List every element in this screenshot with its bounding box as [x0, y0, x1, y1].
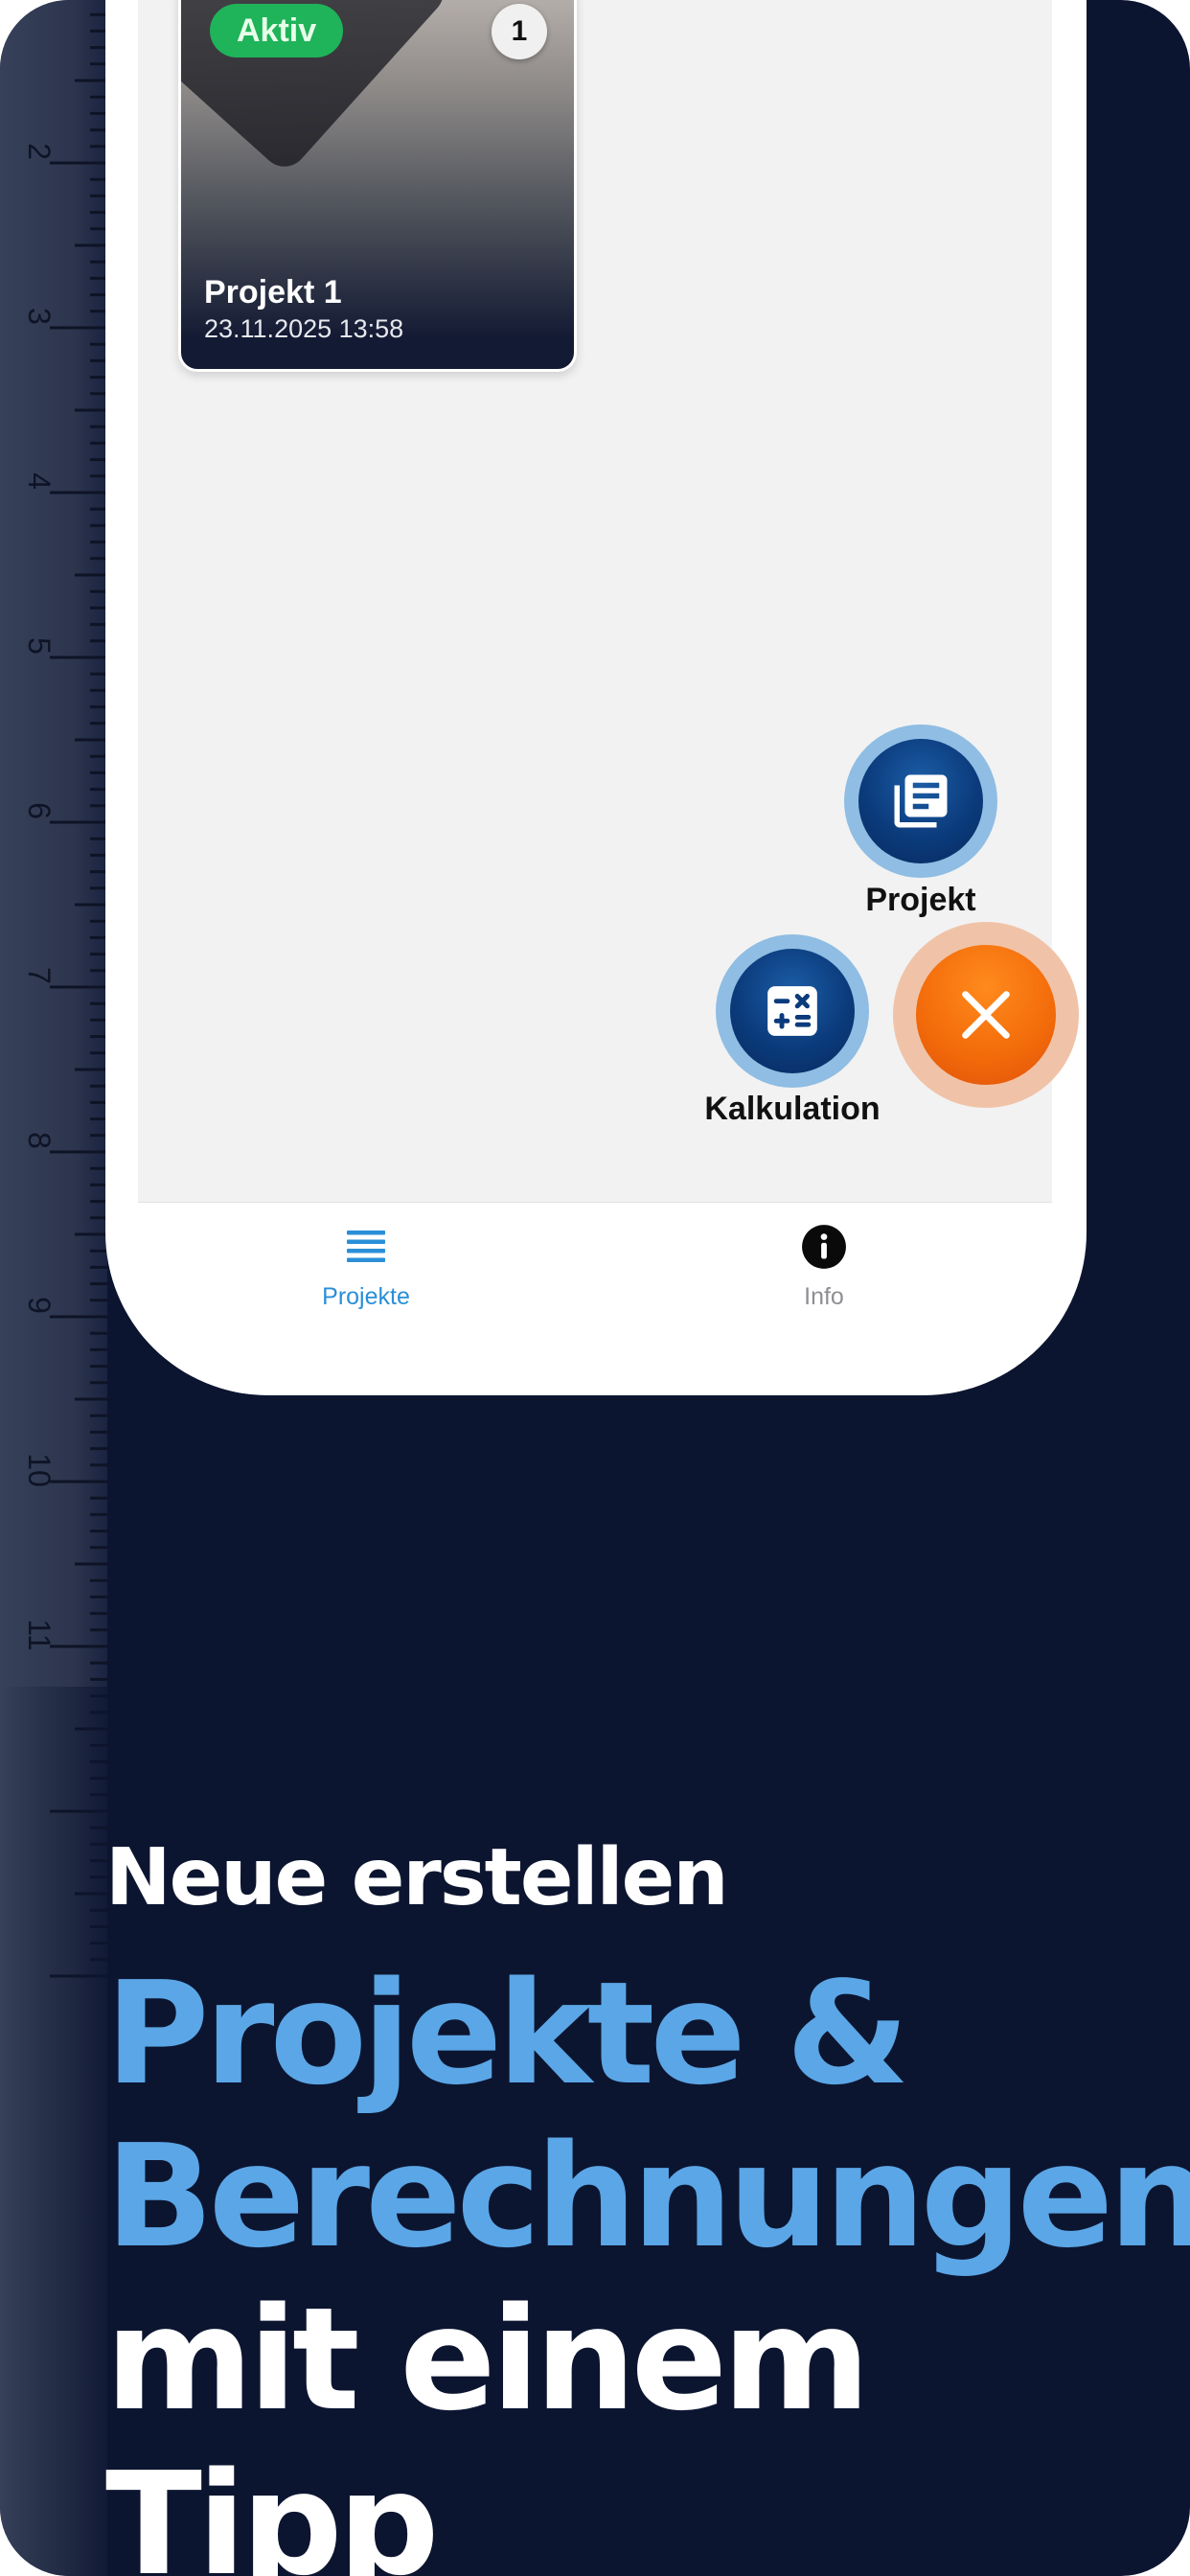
close-menu-button[interactable]: [893, 922, 1079, 1108]
ruler-number: 7: [22, 967, 57, 984]
document-stack-icon: [894, 774, 948, 828]
tab-projekte[interactable]: Projekte: [222, 1203, 510, 1311]
phone-screen: Aktiv 1 Projekt 1 23.11.2025 13:58 Proje…: [105, 0, 1087, 1395]
calculator-icon: [767, 986, 817, 1036]
ruler-number: 6: [22, 802, 57, 819]
headline-line-1: Projekte &: [105, 1951, 909, 2116]
ruler-number: 8: [22, 1132, 57, 1149]
ruler-number: 11: [22, 1619, 57, 1650]
ruler-number: 2: [22, 143, 57, 160]
new-project-button[interactable]: [844, 724, 997, 878]
new-calculation-label: Kalkulation: [704, 1091, 881, 1127]
ruler-number: 5: [22, 637, 57, 655]
project-title: Projekt 1: [204, 274, 342, 310]
project-card[interactable]: Aktiv 1 Projekt 1 23.11.2025 13:58: [178, 0, 577, 372]
close-icon: [962, 991, 1010, 1039]
headline-subtitle: Neue erstellen: [105, 1832, 729, 1923]
ruler-number: 3: [22, 308, 57, 325]
new-calculation-button[interactable]: [716, 934, 869, 1088]
tab-projekte-label: Projekte: [322, 1283, 410, 1310]
tab-info-label: Info: [804, 1283, 844, 1310]
tab-bar: Projekte Info: [138, 1202, 1052, 1393]
ruler-number: 9: [22, 1297, 57, 1314]
ruler-number: 4: [22, 472, 57, 490]
tab-info[interactable]: Info: [680, 1203, 968, 1311]
list-icon: [347, 1230, 385, 1262]
ruler-number: 10: [22, 1453, 57, 1487]
project-date: 23.11.2025 13:58: [204, 314, 404, 343]
status-badge: Aktiv: [210, 4, 344, 58]
info-icon: [802, 1225, 846, 1269]
count-badge: 1: [492, 4, 547, 59]
headline-line-3: mit einem Tipp: [105, 2277, 870, 2576]
promo-canvas: 2 3 4 5 6 7 8 9 10 11 Aktiv 1 Projekt 1 23.11.202…: [0, 0, 1190, 2576]
project-list: Aktiv 1 Projekt 1 23.11.2025 13:58 Proje…: [138, 0, 1079, 1202]
new-project-label: Projekt: [865, 882, 976, 918]
headline-line-2: Berechnungen: [105, 2114, 1190, 2279]
